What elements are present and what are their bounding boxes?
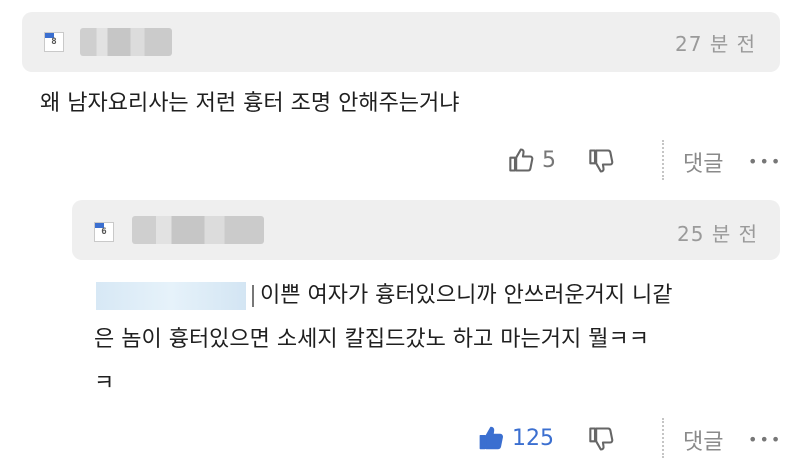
dislike-button[interactable] [588,419,616,459]
thumbs-up-icon [479,426,503,450]
reply-timestamp: 25 분 전 [677,222,758,246]
quoted-user-blurred[interactable] [96,282,246,310]
user-level-badge: 8 [44,32,64,52]
comment-text: 왜 남자요리사는 저런 흉터 조명 안해주는거냐 [40,91,460,116]
like-count: 5 [542,147,556,173]
more-icon[interactable]: ••• [748,152,782,171]
like-button[interactable]: 5 [508,140,556,180]
reply-text-line-3: ㅋ [94,371,115,396]
reply-header: 6 25 분 전 [72,200,780,260]
reply-button[interactable]: 댓글 [683,146,723,178]
thumbs-down-icon [589,149,614,173]
reply-button[interactable]: 댓글 [683,424,723,456]
thumbs-up-icon [509,148,534,172]
dislike-button[interactable] [588,141,616,181]
divider [662,140,664,180]
user-level-badge: 6 [94,222,114,242]
text-cursor [252,285,254,307]
more-icon[interactable]: ••• [748,430,782,449]
username-blurred[interactable] [132,216,264,244]
reply-text-line-2: 은 놈이 흉터있으면 소세지 칼집드갔노 하고 마는거지 뭘ㅋㅋ [94,327,649,352]
reply-text-line-1: 이쁜 여자가 흉터있으니까 안쓰러운거지 니같 [96,278,673,314]
comment-timestamp: 27 분 전 [675,32,756,56]
thumbs-down-icon [589,427,614,451]
comment-header: 8 27 분 전 [22,12,780,72]
username-blurred[interactable] [80,28,172,56]
like-button[interactable]: 125 [478,418,554,458]
like-count: 125 [512,425,554,451]
divider [662,418,664,458]
